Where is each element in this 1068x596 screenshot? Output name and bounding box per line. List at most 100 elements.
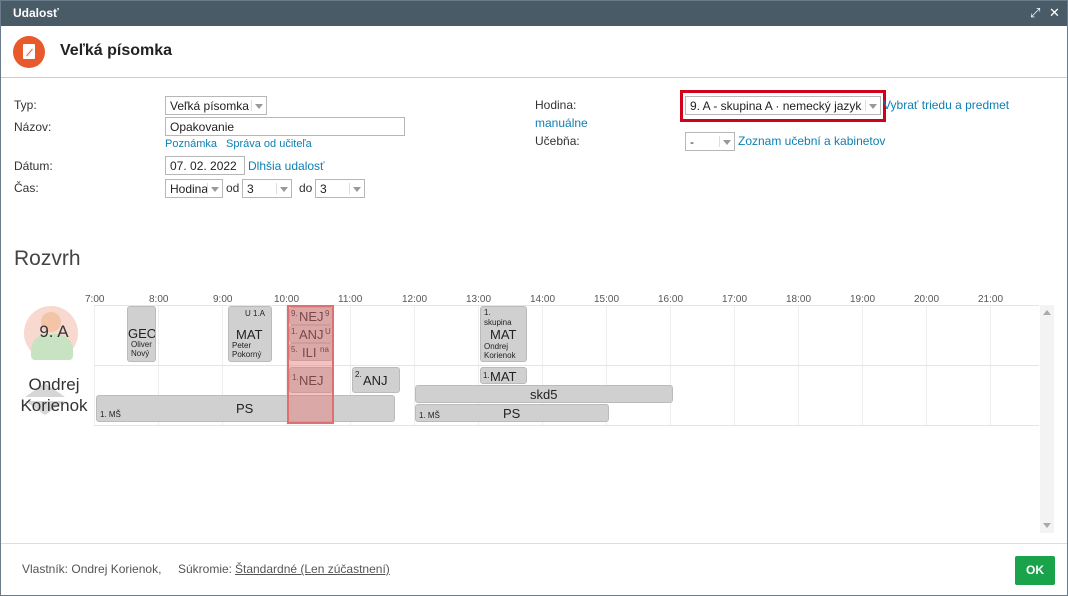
manual-select-link-cont[interactable]: manuálne [535, 116, 588, 130]
schedule-scrollbar[interactable] [1040, 305, 1054, 533]
from-label: od [226, 181, 240, 195]
dialog-footer: Vlastník: Ondrej Korienok, Súkromie: Šta… [1, 543, 1067, 595]
name-input-value: Opakovanie [170, 120, 235, 134]
chevron-down-icon [255, 104, 263, 109]
hour-label: 9:00 [213, 294, 233, 305]
dialog-title: Udalosť [13, 6, 59, 20]
hour-label: 7:00 [85, 294, 105, 305]
row-label-teacher-2: Korienok [20, 396, 88, 415]
event-heading: Veľká písomka [60, 42, 173, 59]
hour-label: 18:00 [786, 294, 812, 305]
hour-label: 13:00 [466, 294, 492, 305]
room-label: Učebňa: [535, 134, 580, 148]
event-title: skd5 [530, 387, 558, 402]
hour-label: 20:00 [914, 294, 940, 305]
lesson-block-mat-group[interactable]: 1. skupina MAT Ondrej Korienok [480, 306, 527, 362]
lesson-block-geo[interactable]: GEO Oliver Nový [127, 306, 156, 362]
hour-label: 14:00 [530, 294, 556, 305]
lesson-teacher: Peter [232, 341, 252, 350]
lesson-teacher: Korienok [484, 351, 516, 360]
selected-time-slot [287, 305, 334, 424]
lesson-block-mat[interactable]: U 1.A MAT Peter Pokorný [228, 306, 272, 362]
lesson-label: Hodina: [535, 98, 577, 112]
row-label-teacher: Ondrej [28, 375, 80, 394]
lesson-teacher: Pokorný [232, 350, 262, 359]
event-tag: 1. MŠ [100, 410, 121, 419]
manual-select-link[interactable]: Vybrať triedu a predmet [883, 98, 1009, 112]
to-select[interactable]: 3 [315, 179, 365, 198]
type-select[interactable]: Veľká písomka [165, 96, 267, 115]
name-input[interactable]: Opakovanie [165, 117, 405, 136]
lesson-title: MAT [490, 327, 517, 342]
room-list-link[interactable]: Zoznam učební a kabinetov [738, 134, 885, 148]
hour-label: 15:00 [594, 294, 620, 305]
lesson-group: skupina [484, 318, 512, 327]
lesson-teacher: Oliver [131, 340, 152, 349]
hour-label: 8:00 [149, 294, 169, 305]
scroll-up-icon[interactable] [1043, 310, 1051, 315]
chevron-down-icon [211, 187, 219, 192]
date-label: Dátum: [14, 159, 53, 173]
schedule-title: Rozvrh [14, 247, 81, 270]
close-icon[interactable]: ✕ [1049, 5, 1060, 21]
lesson-title: MAT [490, 369, 517, 384]
grid-line [94, 365, 1039, 366]
from-select-value: 3 [247, 182, 254, 196]
time-unit-value: Hodina [170, 182, 209, 196]
scroll-down-icon[interactable] [1043, 523, 1051, 528]
hour-label: 17:00 [722, 294, 748, 305]
lesson-title: ANJ [363, 373, 388, 388]
owner-text: Vlastník: Ondrej Korienok, [22, 562, 162, 576]
chevron-down-icon [353, 187, 361, 192]
event-title: PS [236, 401, 254, 416]
from-select[interactable]: 3 [242, 179, 292, 198]
event-title: PS [503, 406, 521, 421]
lesson-teacher: Nový [131, 349, 150, 358]
to-select-value: 3 [320, 182, 327, 196]
type-label: Typ: [14, 98, 37, 112]
type-select-value: Veľká písomka [170, 99, 249, 113]
longer-event-link[interactable]: Dlhšia udalosť [248, 159, 325, 173]
event-dialog: Udalosť ⤢ ✕ Veľká písomka Typ: Veľká pís… [0, 0, 1068, 596]
chevron-down-icon [280, 187, 288, 192]
time-unit-select[interactable]: Hodina [165, 179, 223, 198]
lesson-room: U 1.A [245, 309, 266, 318]
lesson-block-mat-teacher[interactable]: 1. MAT [480, 367, 527, 384]
edit-event-icon [13, 36, 45, 68]
to-label: do [299, 181, 313, 195]
hour-label: 11:00 [338, 294, 363, 305]
privacy-label: Súkromie: [178, 562, 233, 576]
event-block-ps-2[interactable]: PS 1. MŠ [415, 404, 609, 422]
lesson-highlight-frame [680, 90, 886, 122]
teacher-message-link[interactable]: Správa od učiteľa [226, 138, 312, 150]
event-tag: 1. MŠ [419, 411, 440, 420]
room-select[interactable]: - [685, 132, 735, 151]
chevron-down-icon [723, 140, 731, 145]
lesson-block-anj-teacher[interactable]: 2. ANJ [352, 367, 400, 393]
room-select-value: - [690, 135, 694, 149]
lesson-note: 1. [483, 371, 490, 380]
dialog-header: Veľká písomka [1, 26, 1067, 78]
lesson-title: GEO [128, 326, 156, 341]
note-link[interactable]: Poznámka [165, 138, 217, 150]
lesson-title: MAT [236, 327, 263, 342]
hour-label: 19:00 [850, 294, 876, 305]
grid-line [94, 425, 1039, 426]
name-label: Názov: [14, 120, 52, 134]
hour-label: 10:00 [274, 294, 300, 305]
hour-label: 12:00 [402, 294, 428, 305]
hour-label: 16:00 [658, 294, 684, 305]
date-input-value: 07. 02. 2022 [170, 159, 237, 173]
dialog-titlebar: Udalosť ⤢ ✕ [1, 1, 1067, 26]
lesson-note: 2. [355, 370, 362, 379]
lesson-note: 1. [484, 308, 491, 317]
ok-button[interactable]: OK [1015, 556, 1055, 585]
time-label: Čas: [14, 181, 39, 195]
hour-label: 21:00 [978, 294, 1004, 305]
event-block-skd5[interactable]: skd5 [415, 385, 673, 403]
row-label-class: 9. A [39, 322, 69, 341]
expand-icon[interactable]: ⤢ [1030, 5, 1040, 21]
privacy-link[interactable]: Štandardné (Len zúčastnení) [235, 562, 390, 576]
date-input[interactable]: 07. 02. 2022 [165, 156, 245, 175]
event-block-ps[interactable]: PS 1. MŠ [96, 395, 395, 422]
